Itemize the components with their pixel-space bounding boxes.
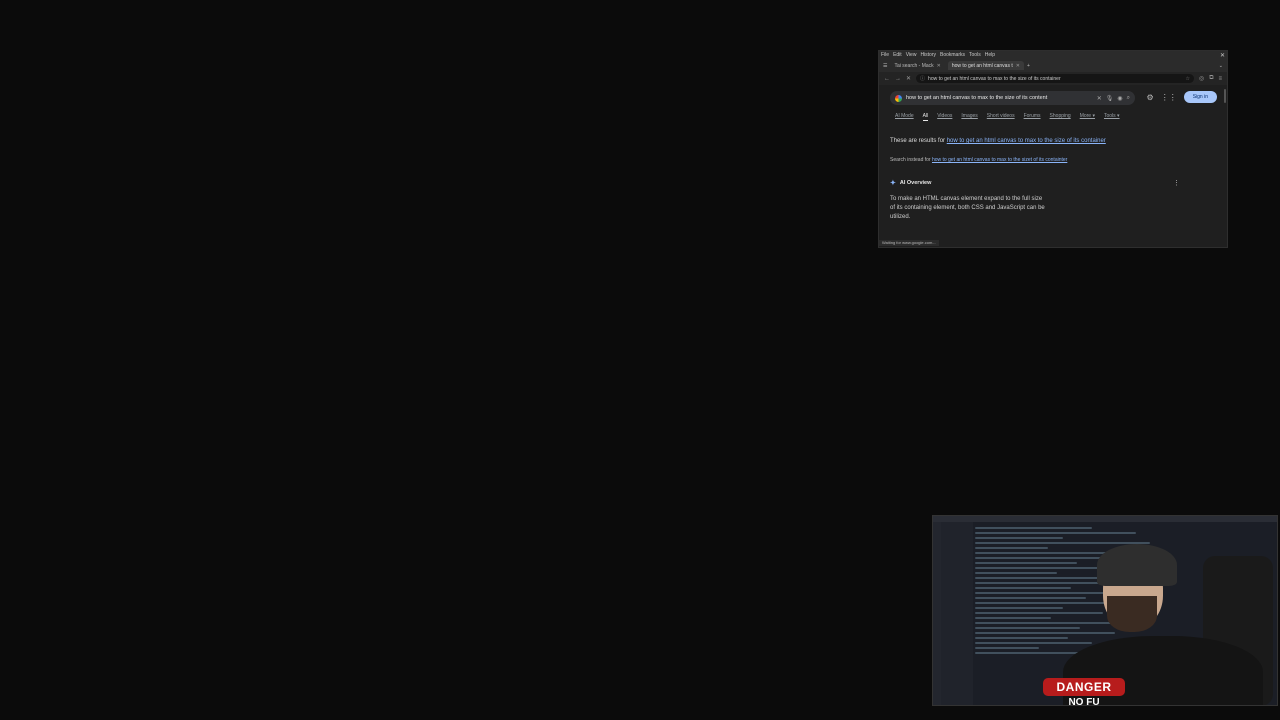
tabs-overflow-icon[interactable]: ⌄ xyxy=(1219,63,1223,69)
nav-bar: ← → ✕ ⓘ how to get an html canvas to max… xyxy=(879,72,1227,85)
menu-bar: File Edit View History Bookmarks Tools H… xyxy=(879,51,1227,59)
stop-icon[interactable]: ✕ xyxy=(906,75,911,82)
status-bar: Waiting for www.google.com... xyxy=(879,240,939,246)
microphone-icon[interactable]: 🎙 xyxy=(1106,95,1114,102)
beard xyxy=(1107,596,1157,632)
filter-tools[interactable]: Tools ▾ xyxy=(1104,113,1120,121)
browser-window: File Edit View History Bookmarks Tools H… xyxy=(878,50,1228,248)
filter-forums[interactable]: Forums xyxy=(1024,113,1041,121)
url-text: how to get an html canvas to max to the … xyxy=(928,75,1061,82)
search-box[interactable]: how to get an html canvas to max to the … xyxy=(890,91,1135,105)
search-instead: Search instead for how to get an html ca… xyxy=(890,157,1067,163)
menu-view[interactable]: View xyxy=(906,52,917,58)
shirt-sub-label: NO FU xyxy=(1068,697,1100,706)
url-bar[interactable]: ⓘ how to get an html canvas to max to th… xyxy=(916,74,1194,83)
filter-shopping[interactable]: Shopping xyxy=(1050,113,1071,121)
search-input[interactable]: how to get an html canvas to max to the … xyxy=(906,95,1093,101)
shirt-danger-label: DANGER xyxy=(1043,678,1125,696)
ide-title-bar xyxy=(933,516,1277,522)
sparkle-icon: ✦ xyxy=(890,180,896,187)
menu-tools[interactable]: Tools xyxy=(969,52,981,58)
tab-strip: ☰ Tai search - Mack ✕ how to get an html… xyxy=(879,59,1227,72)
search-filters: AI Mode All Videos Images Short videos F… xyxy=(895,113,1120,121)
tab-label: how to get an html canvas t xyxy=(951,62,1013,69)
extensions-icon[interactable]: ⧉ xyxy=(1209,75,1213,82)
menu-icon[interactable]: ≡ xyxy=(1218,76,1222,82)
cap xyxy=(1097,544,1177,586)
ide-file-tree xyxy=(941,522,973,705)
window-close-icon[interactable]: ✕ xyxy=(1220,52,1225,59)
spelling-correction: These are results for how to get an html… xyxy=(890,137,1120,146)
apps-grid-icon[interactable]: ⋮⋮ xyxy=(1161,93,1177,102)
filter-all[interactable]: All xyxy=(922,113,929,121)
lens-icon[interactable]: ◉ xyxy=(1117,95,1122,102)
filter-videos[interactable]: Videos xyxy=(937,113,952,121)
menu-edit[interactable]: Edit xyxy=(893,52,902,58)
tab-close-icon[interactable]: ✕ xyxy=(1016,63,1020,69)
filter-ai-mode[interactable]: AI Mode xyxy=(895,113,914,121)
tab-list-icon[interactable]: ☰ xyxy=(883,63,887,69)
search-instead-prefix: Search instead for xyxy=(890,157,931,163)
menu-bookmarks[interactable]: Bookmarks xyxy=(940,52,965,58)
forward-icon[interactable]: → xyxy=(895,76,901,82)
google-logo-icon xyxy=(895,94,902,102)
header-actions: ⚙ ⋮⋮ Sign in xyxy=(1147,91,1217,103)
menu-history[interactable]: History xyxy=(920,52,936,58)
filter-images[interactable]: Images xyxy=(961,113,977,121)
scrollbar[interactable] xyxy=(1224,89,1226,103)
tab-label: Tai search - Mack xyxy=(894,62,934,69)
menu-help[interactable]: Help xyxy=(985,52,995,58)
results-for-prefix: These are results for xyxy=(890,138,946,144)
tab-close-icon[interactable]: ✕ xyxy=(937,63,941,69)
clear-icon[interactable]: ✕ xyxy=(1097,95,1102,102)
ai-overview-title: AI Overview xyxy=(899,180,932,186)
back-icon[interactable]: ← xyxy=(884,76,890,82)
more-options-icon[interactable]: ⋮ xyxy=(1173,179,1180,187)
page-content: how to get an html canvas to max to the … xyxy=(879,85,1227,246)
tab-search[interactable]: Tai search - Mack ✕ xyxy=(890,61,944,70)
ai-overview-text: To make an HTML canvas element expand to… xyxy=(890,196,1045,220)
filter-short-videos[interactable]: Short videos xyxy=(987,113,1015,121)
settings-gear-icon[interactable]: ⚙ xyxy=(1147,93,1154,102)
site-info-icon[interactable]: ⓘ xyxy=(920,75,925,82)
filter-more[interactable]: More ▾ xyxy=(1080,113,1095,121)
bookmark-icon[interactable]: ☆ xyxy=(1185,76,1189,82)
search-icon[interactable]: ⌕ xyxy=(1127,95,1130,102)
sign-in-button[interactable]: Sign in xyxy=(1183,91,1217,103)
shield-icon[interactable]: ◎ xyxy=(1199,75,1204,82)
original-query-link[interactable]: how to get an html canvas to max to the … xyxy=(932,157,1067,163)
tab-active[interactable]: how to get an html canvas t ✕ xyxy=(947,61,1024,70)
menu-file[interactable]: File xyxy=(881,52,889,58)
webcam-overlay: DANGER NO FU xyxy=(932,515,1278,706)
new-tab-icon[interactable]: + xyxy=(1027,63,1030,69)
corrected-query-link[interactable]: how to get an html canvas to max to the … xyxy=(947,138,1106,144)
ai-overview-header: ✦ AI Overview xyxy=(890,179,931,187)
ide-activity-bar xyxy=(933,522,941,705)
